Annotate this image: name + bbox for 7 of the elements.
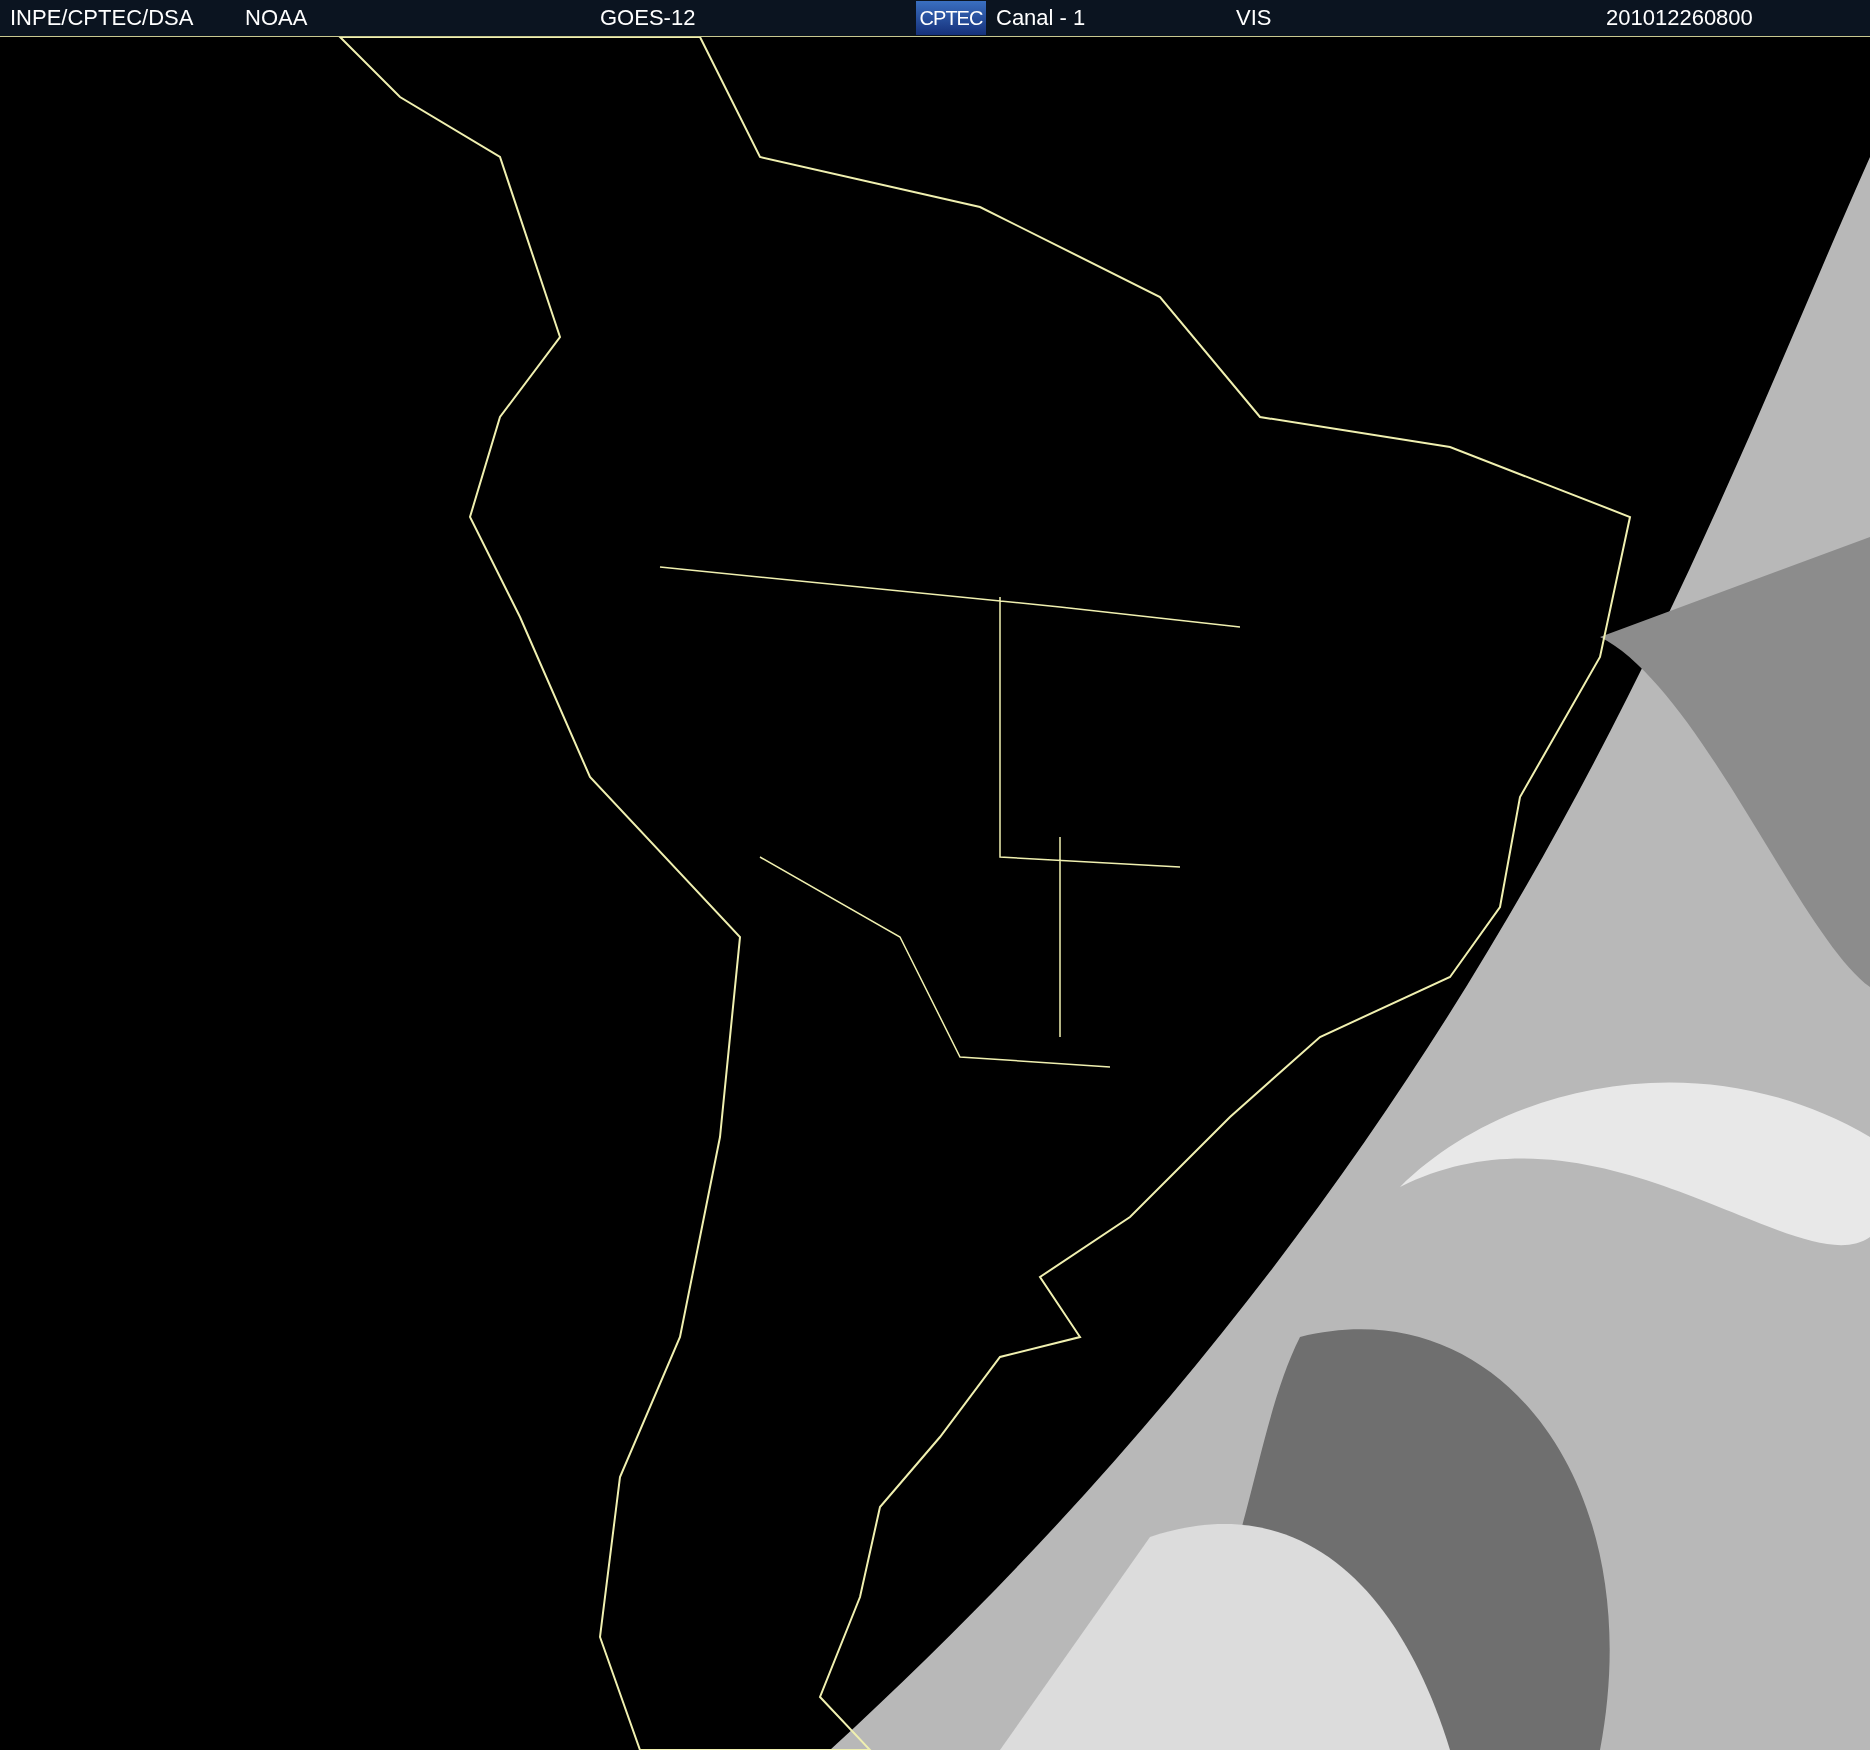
logo: CPTEC [916,1,986,35]
header-label: VIS [1236,5,1273,31]
header-label: Canal - 1 [996,5,1087,31]
header-label: GOES-12 [600,5,697,31]
header-label: INPE/CPTEC/DSA [10,5,195,31]
header-label: NOAA [245,5,309,31]
header-label: 201012260800 [1606,5,1754,31]
